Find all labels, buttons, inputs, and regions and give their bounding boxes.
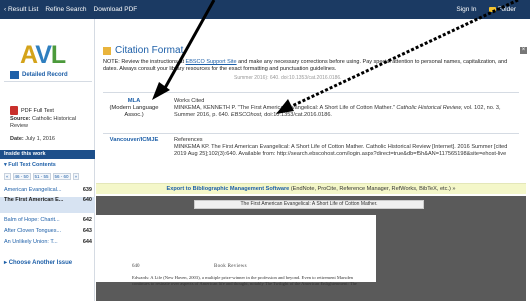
mla-citation: Works Cited MINKEMA, KENNETH P. "The Fir…: [174, 98, 516, 119]
result-list-link[interactable]: ‹ Result List: [4, 6, 38, 13]
pager-item[interactable]: 46 - 50: [12, 173, 31, 180]
source-info: Source: Catholic Historical Review: [10, 116, 90, 130]
citation-icon: [103, 46, 111, 55]
sidebar-divider: [4, 81, 92, 82]
page-title: Citation Format: [115, 45, 184, 56]
toc-item[interactable]: An Unlikely Union: T... 644: [0, 239, 95, 246]
download-pdf-link[interactable]: Download PDF: [94, 6, 138, 13]
full-text-contents-label: Full Text Contents: [8, 162, 56, 168]
sign-in-link[interactable]: Sign In: [456, 6, 476, 13]
vancouver-format: Vancouver/ICMJE: [101, 137, 167, 144]
scrolled-reference: Summer 2016): 640. doi:10.1353/cat.2016.…: [234, 75, 342, 81]
folder-label: Folder: [497, 6, 516, 13]
row-divider: [103, 133, 519, 134]
pager-prev[interactable]: «: [4, 173, 11, 180]
avl-logo: AVL: [20, 41, 66, 69]
vancouver-citation: References MINKEMA KP. The First America…: [174, 137, 516, 158]
pdf-body-text: Edwards: A Life (New Haven, 2003), a mul…: [132, 275, 357, 286]
mla-heading: Works Cited: [174, 98, 205, 104]
vancouver-reference: MINKEMA KP. The First American Evangelic…: [174, 144, 508, 157]
toolbar-right: Sign In Folder: [456, 6, 530, 13]
source-label: Source:: [10, 116, 31, 122]
row-divider: [103, 92, 519, 93]
mla-format-sub: (Modern Language Assoc.): [109, 105, 159, 118]
full-text-contents-toggle[interactable]: ▾ Full Text Contents: [4, 162, 56, 168]
ebsco-support-link[interactable]: EBSCO Support Site: [186, 59, 237, 65]
mla-format-name: MLA: [127, 98, 141, 104]
pdf-running-head: Book Reviews: [214, 264, 247, 269]
export-bar: Export to Bibliographic Management Softw…: [96, 183, 526, 194]
mla-format: MLA (Modern Language Assoc.): [101, 98, 167, 119]
pdf-viewer-title: The First American Evangelical: A Short …: [194, 200, 424, 209]
folder-icon: [488, 6, 496, 12]
date-label: Date:: [10, 136, 24, 142]
top-toolbar: ‹ Result List Refine Search Download PDF…: [0, 0, 530, 19]
date-info: Date: July 1, 2016: [10, 136, 90, 143]
pdf-icon: [10, 106, 18, 115]
record-icon: [10, 71, 19, 79]
pager-next[interactable]: »: [72, 173, 80, 180]
detailed-record-label: Detailed Record: [22, 72, 68, 78]
choose-another-issue-link[interactable]: ▸ Choose Another Issue: [4, 259, 72, 266]
pdf-page-number: 640: [132, 264, 140, 269]
refine-search-link[interactable]: Refine Search: [45, 6, 86, 13]
toc-item[interactable]: After Cloven Tongues... 643: [0, 228, 95, 235]
folder-link[interactable]: Folder: [488, 6, 516, 13]
toc-item-active[interactable]: The First American E... 640: [0, 197, 95, 213]
toc-item[interactable]: American Evangelical... 639: [0, 187, 95, 194]
mla-reference: MINKEMA, KENNETH P. "The First American …: [174, 105, 501, 118]
pager-item[interactable]: 56 - 60: [52, 173, 71, 180]
vancouver-heading: References: [174, 137, 203, 143]
toc-pager: « 46 - 50 51 - 55 56 - 60 »: [4, 173, 80, 180]
left-sidebar: AVL Detailed Record PDF Full Text Source…: [0, 19, 95, 301]
close-icon[interactable]: ×: [520, 47, 527, 54]
citation-format-title: Citation Format: [103, 45, 183, 56]
toc-item[interactable]: Balm of Hope: Charit... 642: [0, 217, 95, 224]
toolbar-nav: ‹ Result List Refine Search Download PDF: [0, 6, 137, 13]
inside-this-work-header: Inside this work: [0, 150, 95, 159]
pdf-full-text-label: PDF Full Text: [21, 107, 54, 114]
vancouver-format-name: Vancouver/ICMJE: [109, 137, 159, 143]
export-link[interactable]: Export to Bibliographic Management Softw…: [167, 186, 290, 192]
pdf-full-text-link[interactable]: PDF Full Text: [10, 106, 54, 115]
pdf-page: 640 Book Reviews Edwards: A Life (New Ha…: [96, 215, 376, 286]
detailed-record-link[interactable]: Detailed Record: [10, 71, 68, 79]
date-value: July 1, 2016: [25, 136, 55, 142]
citation-note: NOTE: Review the instructions at EBSCO S…: [103, 59, 508, 72]
pager-item[interactable]: 51 - 55: [32, 173, 51, 180]
